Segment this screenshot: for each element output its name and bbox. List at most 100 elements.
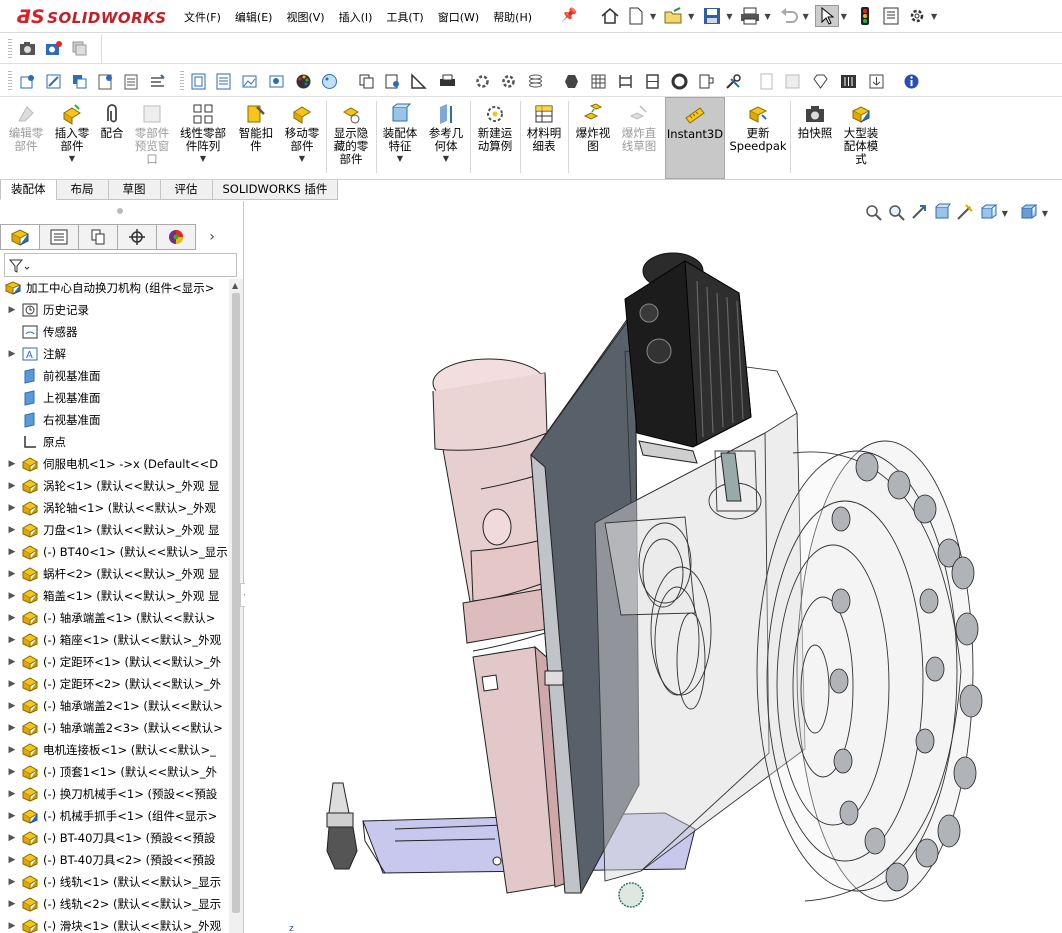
expand-arrow-icon[interactable]: ▶ xyxy=(7,877,17,887)
tree-item[interactable]: ▶ (-) 线轨<2> (默认<<默认>_显示 xyxy=(0,893,230,915)
tree-item[interactable]: ▶ (-) 轴承端盖2<1> (默认<<默认> xyxy=(0,695,230,717)
tree-item[interactable]: 原点 xyxy=(0,431,230,453)
graphics-area[interactable]: ▼ ▼ z xyxy=(245,201,1062,933)
file-properties-icon[interactable] xyxy=(879,5,903,27)
frame-icon[interactable] xyxy=(644,73,661,90)
tab-solidworks-addins[interactable]: SOLIDWORKS 插件 xyxy=(211,180,339,200)
new-part-icon[interactable] xyxy=(19,73,36,90)
photo-export-icon[interactable] xyxy=(268,73,285,90)
edit-lines-icon[interactable] xyxy=(149,73,166,90)
tree-item[interactable]: ▶ 涡轮<1> (默认<<默认>_外观 显 xyxy=(0,475,230,497)
image-export-icon[interactable] xyxy=(241,73,258,90)
expand-arrow-icon[interactable]: ▶ xyxy=(7,701,17,711)
tree-item[interactable]: ▶ (-) BT40<1> (默认<<默认>_显示 xyxy=(0,541,230,563)
document-list-icon[interactable] xyxy=(123,73,140,90)
bt40-tool-holder-left[interactable] xyxy=(326,782,358,870)
tree-item[interactable]: ▶ (-) 定距环<1> (默认<<默认>_外 xyxy=(0,651,230,673)
show-hidden-components-button[interactable]: 显示隐 藏的零 部件 xyxy=(329,97,373,179)
expand-arrow-icon[interactable]: ▶ xyxy=(7,855,17,865)
stack-layers-icon[interactable] xyxy=(527,73,544,90)
flag-icon[interactable] xyxy=(698,73,715,90)
expand-arrow-icon[interactable]: ▶ xyxy=(7,767,17,777)
insert-component-button[interactable]: 插入零 部件 ▼ xyxy=(50,97,94,179)
open-folder-icon[interactable] xyxy=(662,5,686,27)
scrollbar-thumb[interactable] xyxy=(232,293,240,913)
expand-arrow-icon[interactable]: ▶ xyxy=(7,811,17,821)
tree-item[interactable]: ▶ (-) 箱座<1> (默认<<默认>_外观 xyxy=(0,629,230,651)
info-icon[interactable] xyxy=(903,73,920,90)
options-gear-icon[interactable] xyxy=(905,5,929,27)
tab-evaluate[interactable]: 评估 xyxy=(159,180,213,200)
tree-item[interactable]: 前视基准面 xyxy=(0,365,230,387)
settings-gear-icon[interactable] xyxy=(474,73,491,90)
ruler-triangle-icon[interactable] xyxy=(410,73,427,90)
large-assembly-mode-button[interactable]: 大型装 配体模 式 xyxy=(839,97,883,179)
chevron-down-icon[interactable]: ▼ xyxy=(726,12,732,21)
expand-arrow-icon[interactable]: ▶ xyxy=(7,679,17,689)
measure-icon[interactable] xyxy=(384,73,401,90)
expand-arrow-icon[interactable]: ▶ xyxy=(7,547,17,557)
tree-item[interactable]: ▶ (-) 滑块<1> (默认<<默认>_外观 xyxy=(0,915,230,933)
expand-arrow-icon[interactable]: ▶ xyxy=(7,899,17,909)
options-gear-icon[interactable] xyxy=(500,73,517,90)
hexagon-icon[interactable] xyxy=(563,73,580,90)
tab-assembly[interactable]: 装配体 xyxy=(0,180,57,200)
disabled-doc-icon[interactable] xyxy=(758,73,775,90)
chevron-down-icon[interactable]: ▼ xyxy=(443,155,449,163)
expand-arrow-icon[interactable]: ▶ xyxy=(7,789,17,799)
bracket-icon[interactable] xyxy=(617,73,634,90)
tree-item[interactable]: ▶ 电机连接板<1> (默认<<默认>_ xyxy=(0,739,230,761)
menu-help[interactable]: 帮助(H) xyxy=(493,9,532,25)
print-icon[interactable] xyxy=(738,5,762,27)
chevron-down-icon[interactable]: ▼ xyxy=(688,12,694,21)
chevron-down-icon[interactable]: ▼ xyxy=(299,155,305,163)
expand-arrow-icon[interactable]: ▶ xyxy=(7,503,17,513)
pin-icon[interactable]: 📌 xyxy=(561,8,577,23)
tree-item[interactable]: ▶ (-) 顶套1<1> (默认<<默认>_外 xyxy=(0,761,230,783)
menu-tools[interactable]: 工具(T) xyxy=(386,9,423,25)
printer-icon[interactable] xyxy=(439,73,456,90)
menu-edit[interactable]: 编辑(E) xyxy=(235,9,273,25)
tree-item[interactable]: ▶ (-) 换刀机械手<1> (预設<<預設 xyxy=(0,783,230,805)
tree-item[interactable]: ▶ 涡轮轴<1> (默认<<默认>_外观 xyxy=(0,497,230,519)
camera-icon[interactable] xyxy=(19,40,36,57)
menu-insert[interactable]: 插入(I) xyxy=(339,9,373,25)
filter-funnel-icon[interactable] xyxy=(9,258,31,274)
propertymanager-tab-icon[interactable] xyxy=(39,224,79,250)
explode-line-sketch-button[interactable]: 爆炸直 线草图 xyxy=(617,97,661,179)
grid-table-icon[interactable] xyxy=(590,73,607,90)
chevron-down-icon[interactable]: ▼ xyxy=(803,12,809,21)
expand-arrow-icon[interactable]: ▶ xyxy=(7,305,17,315)
tree-item[interactable]: ▶ 箱盖<1> (默认<<默认>_外观 显 xyxy=(0,585,230,607)
component-preview-button[interactable]: 零部件 预览窗 口 xyxy=(130,97,174,179)
chevron-down-icon[interactable]: ▼ xyxy=(200,155,206,163)
import-icon[interactable] xyxy=(868,73,885,90)
linear-pattern-button[interactable]: 线性零部 件阵列 ▼ xyxy=(176,97,230,179)
expand-arrow-icon[interactable]: ▶ xyxy=(7,349,17,359)
tree-item[interactable]: ▶ (-) BT-40刀具<1> (預設<<預設 xyxy=(0,827,230,849)
display-manager-tab-icon[interactable] xyxy=(156,224,196,250)
edit-component-button[interactable]: 编辑零 部件 xyxy=(2,97,50,179)
tab-layout[interactable]: 布局 xyxy=(55,180,109,200)
copy-view-icon[interactable] xyxy=(71,73,88,90)
expand-arrow-icon[interactable]: ▶ xyxy=(7,921,17,931)
select-pointer-icon[interactable] xyxy=(814,5,839,27)
save-icon[interactable] xyxy=(700,5,724,27)
tab-sketch[interactable]: 草图 xyxy=(107,180,161,200)
expand-arrow-icon[interactable]: ▶ xyxy=(7,657,17,667)
servo-motor[interactable] xyxy=(624,252,752,502)
expand-arrow-icon[interactable]: ▶ xyxy=(7,723,17,733)
toolbar-grip[interactable] xyxy=(8,39,12,59)
expand-arrow-icon[interactable]: ▶ xyxy=(7,635,17,645)
solidworks-logo[interactable]: ƋS SOLIDWORKS xyxy=(16,6,167,28)
tree-item[interactable]: ▶ 历史记录 xyxy=(0,299,230,321)
tree-item[interactable]: 传感器 xyxy=(0,321,230,343)
equalizer-icon[interactable] xyxy=(840,73,857,90)
scroll-up-icon[interactable]: ▲ xyxy=(232,281,238,290)
bill-of-materials-button[interactable]: 材料明 细表 xyxy=(523,97,565,179)
chevron-down-icon[interactable]: ▼ xyxy=(931,12,937,21)
chevron-down-icon[interactable]: ▼ xyxy=(397,155,403,163)
tree-item[interactable]: 上视基准面 xyxy=(0,387,230,409)
tree-root-assembly[interactable]: 加工中心自动换刀机构 (组件<显示> xyxy=(0,277,230,299)
expand-arrow-icon[interactable]: ▶ xyxy=(7,613,17,623)
